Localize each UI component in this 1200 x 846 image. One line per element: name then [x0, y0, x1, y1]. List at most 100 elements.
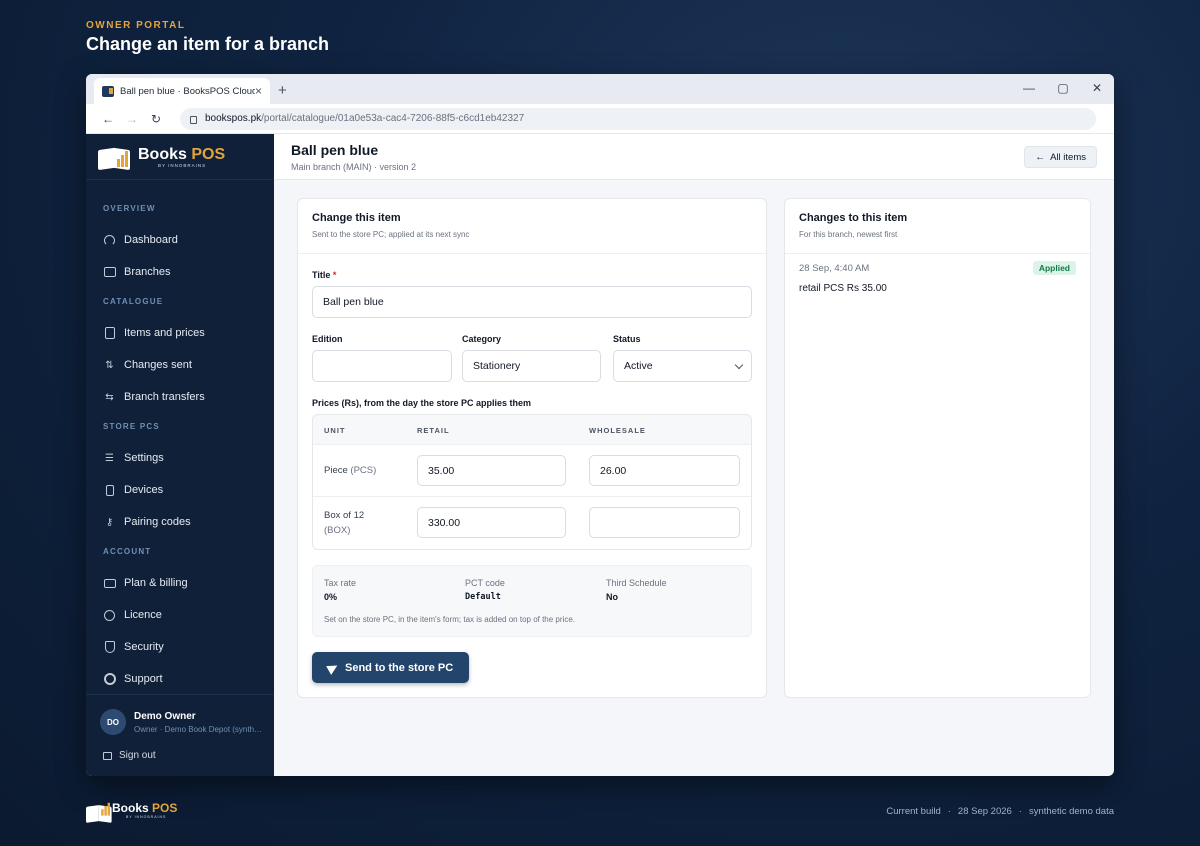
sidebar-item-items-and-prices[interactable]: Items and prices [86, 317, 274, 349]
browser-tab[interactable]: Ball pen blue · BooksPOS Cloud × [94, 78, 270, 104]
sidebar-item-label: Plan & billing [124, 577, 188, 589]
window-controls: — ▢ ✕ [1012, 74, 1114, 104]
status-label: Status [613, 334, 641, 344]
edition-field[interactable] [312, 350, 452, 382]
footer-note: synthetic demo data [1028, 806, 1114, 817]
table-row: Box of 12 (BOX) 330.00 [313, 497, 751, 549]
book-logo-icon [86, 801, 112, 823]
build-label: Current build [886, 806, 941, 817]
wholesale-price-field[interactable] [589, 507, 740, 538]
column-header-unit: UNIT [324, 426, 346, 435]
sidebar-item-dashboard[interactable]: Dashboard [86, 224, 274, 256]
nav-section-account: ACCOUNT [103, 547, 152, 556]
sidebar-item-label: Security [124, 641, 164, 653]
unit-cell: Box of 12 (BOX) [324, 510, 365, 536]
close-window-icon[interactable]: ✕ [1080, 74, 1114, 102]
sidebar-item-pairing-codes[interactable]: ⚷ Pairing codes [86, 506, 274, 538]
sidebar-item-security[interactable]: Security [86, 631, 274, 663]
tab-title: Ball pen blue · BooksPOS Cloud [120, 85, 255, 97]
retail-price-field[interactable]: 330.00 [417, 507, 566, 538]
nav-section-overview: OVERVIEW [103, 204, 156, 213]
favicon-icon [102, 85, 114, 97]
sidebar-item-branches[interactable]: Branches [86, 256, 274, 288]
page-subtitle: Main branch (MAIN) · version 2 [291, 162, 417, 172]
reload-icon[interactable]: ↻ [144, 112, 168, 126]
book-icon [103, 327, 116, 339]
sidebar-item-licence[interactable]: Licence [86, 599, 274, 631]
sidebar-item-label: Pairing codes [124, 516, 191, 528]
all-items-button[interactable]: ← All items [1024, 146, 1097, 168]
avatar[interactable]: DO [100, 709, 126, 735]
title-field[interactable]: Ball pen blue [312, 286, 752, 318]
footer-meta: Current build · 28 Sep 2026 · synthetic demo… [886, 806, 1114, 817]
retail-price-field[interactable]: 35.00 [417, 455, 566, 486]
sidebar-item-label: Settings [124, 452, 164, 464]
sidebar-item-label: Items and prices [124, 327, 205, 339]
column-header-retail: RETAIL [417, 426, 450, 435]
brand-logo[interactable]: Books POS BY INNOBRAINS [86, 134, 274, 180]
sidebar-item-label: Branch transfers [124, 391, 205, 403]
book-logo-icon [98, 143, 134, 171]
brand-tagline: BY INNOBRAINS [126, 814, 167, 819]
send-to-store-button[interactable]: Send to the store PC [312, 652, 470, 683]
maximize-icon[interactable]: ▢ [1046, 74, 1080, 102]
gauge-icon [103, 234, 116, 246]
table-row: Piece (PCS) 35.00 26.00 [313, 445, 751, 497]
url-path: /portal/catalogue/01a0e53a-cac4-7206-88f… [261, 113, 525, 124]
app-shell: Books POS BY INNOBRAINS OVERVIEW Dashboa… [86, 134, 1114, 776]
close-tab-icon[interactable]: × [255, 84, 262, 98]
minimize-icon[interactable]: — [1012, 74, 1046, 102]
unit-cell: Piece (PCS) [324, 465, 377, 476]
back-icon[interactable]: ← [96, 112, 120, 126]
sidebar-nav: OVERVIEW Dashboard Branches CATALOGUE It… [86, 180, 274, 695]
status-value: Active [624, 360, 653, 372]
edition-label: Edition [312, 334, 343, 344]
page-title: Ball pen blue [291, 142, 379, 158]
sidebar-item-label: Devices [124, 484, 164, 496]
send-button-label: Send to the store PC [345, 661, 454, 674]
up-down-arrows-icon: ⇅ [105, 359, 114, 371]
price-table: UNIT RETAIL WHOLESALE Piece (PCS) 35.00 … [312, 414, 752, 550]
sidebar-item-devices[interactable]: Devices [86, 474, 274, 506]
pct-code-label: PCT code [465, 578, 505, 588]
sidebar-item-label: Changes sent [124, 359, 192, 371]
sidebar-item-support[interactable]: Support [86, 663, 274, 695]
sidebar-item-plan-billing[interactable]: Plan & billing [86, 567, 274, 599]
lifebuoy-icon [103, 673, 116, 685]
column-header-wholesale: WHOLESALE [589, 426, 646, 435]
third-schedule-label: Third Schedule [606, 578, 667, 588]
status-badge: Applied [1032, 261, 1076, 275]
new-tab-icon[interactable]: + [278, 82, 287, 100]
badge-check-icon [103, 609, 116, 621]
shield-icon [103, 641, 116, 653]
send-icon [326, 660, 340, 675]
nav-section-catalogue: CATALOGUE [103, 297, 164, 306]
user-block: DO Demo Owner Owner · Demo Book Depot (s… [86, 694, 274, 776]
url-input[interactable]: bookspos.pk/portal/catalogue/01a0e53a-ca… [180, 107, 1096, 130]
arrow-left-icon: ← [1035, 151, 1046, 163]
status-select[interactable]: Active [613, 350, 752, 382]
sidebar-item-label: Licence [124, 609, 162, 621]
card-subtitle: For this branch, newest first [799, 230, 898, 239]
sidebar-item-settings[interactable]: ☰ Settings [86, 442, 274, 474]
brand-name-b: POS [191, 145, 226, 163]
card-title: Changes to this item [799, 212, 908, 224]
build-date: 28 Sep 2026 [957, 806, 1012, 817]
page-heading: Change an item for a branch [86, 34, 330, 54]
all-items-label: All items [1050, 151, 1086, 163]
category-field[interactable]: Stationery [462, 350, 601, 382]
sign-out-link[interactable]: Sign out [103, 750, 156, 761]
wholesale-price-field[interactable]: 26.00 [589, 455, 740, 486]
transfer-icon: ⇆ [105, 391, 114, 403]
url-host: bookspos.pk [205, 113, 262, 124]
list-item: 28 Sep, 4:40 AM Applied retail PCS Rs 35… [799, 261, 1076, 294]
page-header: Ball pen blue Main branch (MAIN) · versi… [274, 134, 1114, 180]
credit-card-icon [103, 577, 116, 589]
sidebar-item-changes-sent[interactable]: ⇅ Changes sent [86, 349, 274, 381]
sidebar-item-branch-transfers[interactable]: ⇆ Branch transfers [86, 381, 274, 413]
forward-icon[interactable]: → [120, 112, 144, 126]
title-label: Title * [312, 270, 337, 280]
sidebar-item-label: Support [124, 673, 163, 685]
address-bar: ← → ↻ bookspos.pk/portal/catalogue/01a0e… [86, 104, 1114, 134]
card-subtitle: Sent to the store PC; applied at its nex… [312, 230, 470, 239]
